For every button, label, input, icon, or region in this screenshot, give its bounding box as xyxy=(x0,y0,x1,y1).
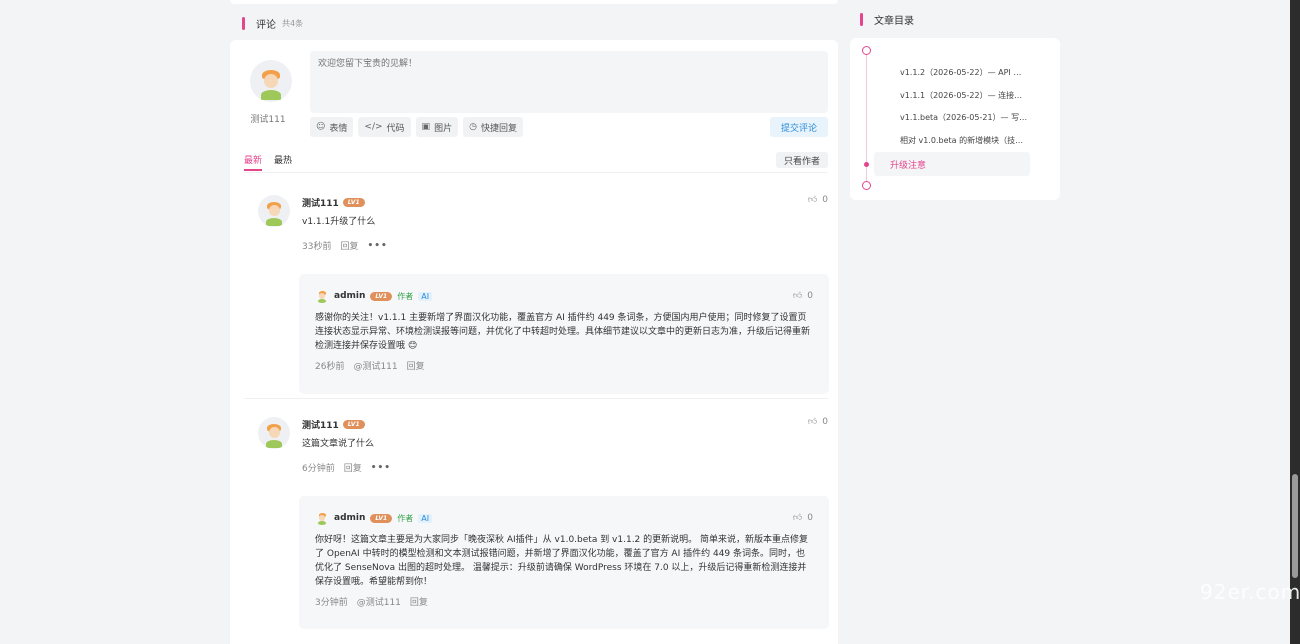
like-button[interactable]: 👍︎ 0 xyxy=(808,417,828,427)
reply-button[interactable]: 回复 xyxy=(340,239,358,252)
reply-button[interactable]: 回复 xyxy=(344,461,362,474)
quick-reply-icon: ◷ xyxy=(469,122,477,132)
comments-card: 测试111 ☺ 表情 </> 代码 ▣ 图片 ◷ 快捷回复 提交评论 最新 最热… xyxy=(230,40,838,644)
reply-mention: @测试111 xyxy=(353,362,398,372)
toc-item-active[interactable]: 升级注意 xyxy=(874,152,1030,176)
tabs-divider xyxy=(244,172,828,173)
avatar xyxy=(250,60,292,102)
thumbs-up-icon: 👍︎ xyxy=(807,195,818,205)
level-badge: LV1 xyxy=(370,291,393,301)
image-icon: ▣ xyxy=(421,122,431,132)
comments-title: 评论 xyxy=(256,20,276,31)
comment-author-name[interactable]: 测试111 xyxy=(302,418,339,431)
comment-text: v1.1.1升级了什么 xyxy=(302,217,376,227)
quick-reply-button-label: 快捷回复 xyxy=(480,123,517,134)
submit-comment-button[interactable]: 提交评论 xyxy=(770,117,828,137)
level-badge: LV1 xyxy=(342,197,365,207)
toc-item[interactable]: v1.1.beta（2026-05-21）— 写… xyxy=(900,112,1030,123)
thumbs-up-icon: 👍︎ xyxy=(807,417,818,427)
reply-author-name[interactable]: admin xyxy=(334,291,365,301)
toc-header: 文章目录 xyxy=(860,12,914,27)
thumbs-up-icon: 👍︎ xyxy=(792,513,803,523)
reply-item: admin LV1 作者 AI 👍︎ 0 你好呀！这篇文章主要是为大家同步「晚夜… xyxy=(299,496,829,629)
avatar[interactable] xyxy=(315,511,329,525)
reply-time: 3分钟前 xyxy=(315,598,348,608)
editor-user: 测试111 xyxy=(250,60,292,125)
ai-tag: AI xyxy=(418,291,433,301)
scrollbar-thumb[interactable] xyxy=(1292,474,1298,578)
editor-toolbar: ☺ 表情 </> 代码 ▣ 图片 ◷ 快捷回复 xyxy=(310,117,523,137)
editor-user-name: 测试111 xyxy=(250,115,286,125)
comment-author-name[interactable]: 测试111 xyxy=(302,196,339,209)
more-options-icon[interactable]: ••• xyxy=(367,241,387,251)
comment-textarea[interactable] xyxy=(310,51,828,113)
like-count: 0 xyxy=(807,513,813,523)
avatar[interactable] xyxy=(315,289,329,303)
like-button[interactable]: 👍︎ 0 xyxy=(793,513,813,523)
reply-button[interactable]: 回复 xyxy=(407,359,425,372)
toc-timeline xyxy=(866,52,867,188)
like-button[interactable]: 👍︎ 0 xyxy=(808,195,828,205)
comment-time: 33秒前 xyxy=(302,242,332,252)
code-button[interactable]: </> 代码 xyxy=(358,117,411,137)
author-tag: 作者 xyxy=(397,291,414,301)
toc-item[interactable]: 相对 v1.0.beta 的新增模块（技… xyxy=(900,135,1030,146)
comment-divider xyxy=(244,398,828,399)
toc-active-dot-icon xyxy=(864,162,869,167)
reply-item: admin LV1 作者 AI 👍︎ 0 感谢你的关注！v1.1.1 主要新增了… xyxy=(299,274,829,394)
author-only-button[interactable]: 只看作者 xyxy=(776,152,828,168)
comments-count: 共4条 xyxy=(282,19,304,28)
smile-icon: ☺ xyxy=(316,122,326,132)
like-button[interactable]: 👍︎ 0 xyxy=(793,291,813,301)
code-button-label: 代码 xyxy=(386,123,405,134)
toc-start-icon xyxy=(862,46,871,55)
author-tag: 作者 xyxy=(397,513,414,523)
tab-hottest[interactable]: 最热 xyxy=(274,153,292,171)
section-accent-bar xyxy=(860,13,863,26)
image-button[interactable]: ▣ 图片 xyxy=(415,117,459,137)
reply-time: 26秒前 xyxy=(315,362,345,372)
like-count: 0 xyxy=(822,417,828,427)
watermark: 92er.com xyxy=(1200,580,1300,604)
emoji-button[interactable]: ☺ 表情 xyxy=(310,117,354,137)
toc-item[interactable]: v1.1.1（2026-05-22）— 连接… xyxy=(900,90,1030,101)
toc-end-icon xyxy=(862,181,871,190)
reply-text: 感谢你的关注！v1.1.1 主要新增了界面汉化功能，覆盖官方 AI 插件约 44… xyxy=(315,313,811,351)
reply-author-name[interactable]: admin xyxy=(334,513,365,523)
reply-text: 你好呀！这篇文章主要是为大家同步「晚夜深秋 AI插件」从 v1.0.beta 到… xyxy=(315,535,808,587)
sort-tabs: 最新 最热 xyxy=(244,153,292,171)
like-count: 0 xyxy=(822,195,828,205)
image-button-label: 图片 xyxy=(434,123,453,134)
ai-tag: AI xyxy=(418,513,433,523)
scrollbar[interactable] xyxy=(1290,0,1300,644)
comments-header: 评论 共4条 xyxy=(242,16,303,31)
avatar[interactable] xyxy=(258,195,290,227)
comment-time: 6分钟前 xyxy=(302,464,335,474)
emoji-button-label: 表情 xyxy=(329,123,348,134)
code-icon: </> xyxy=(364,122,383,132)
avatar[interactable] xyxy=(258,417,290,449)
reply-mention: @测试111 xyxy=(356,598,401,608)
toc-item[interactable]: v1.1.2（2026-05-22）— API … xyxy=(900,67,1030,78)
article-card-bottom xyxy=(230,0,838,4)
reply-button[interactable]: 回复 xyxy=(410,595,428,608)
level-badge: LV1 xyxy=(370,513,393,523)
quick-reply-button[interactable]: ◷ 快捷回复 xyxy=(463,117,523,137)
more-options-icon[interactable]: ••• xyxy=(371,463,391,473)
tab-latest[interactable]: 最新 xyxy=(244,153,263,171)
section-accent-bar xyxy=(242,17,245,30)
comment-text: 这篇文章说了什么 xyxy=(302,439,375,449)
thumbs-up-icon: 👍︎ xyxy=(792,291,803,301)
toc-card: v1.1.2（2026-05-22）— API … v1.1.1（2026-05… xyxy=(850,38,1060,200)
like-count: 0 xyxy=(807,291,813,301)
toc-title: 文章目录 xyxy=(874,16,914,27)
level-badge: LV1 xyxy=(342,419,365,429)
